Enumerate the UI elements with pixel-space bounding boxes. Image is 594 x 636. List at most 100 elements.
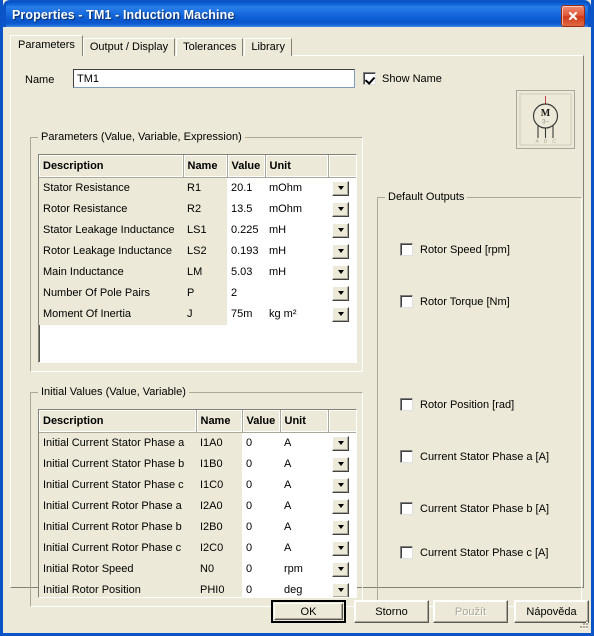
output-checkbox-0[interactable]: Rotor Speed [rpm] (400, 243, 510, 256)
initial-values-group: Initial Values (Value, Variable) Descrip… (30, 386, 363, 607)
output-checkbox-box[interactable] (400, 450, 413, 463)
chevron-down-icon[interactable] (332, 285, 349, 301)
output-checkbox-4[interactable]: Current Stator Phase b [A] (400, 502, 549, 515)
output-checkbox-box[interactable] (400, 243, 413, 256)
chevron-down-icon[interactable] (332, 222, 349, 238)
show-name-checkbox[interactable]: Show Name (363, 72, 442, 85)
initial-values-group-legend: Initial Values (Value, Variable) (38, 386, 189, 398)
cell-dropdown[interactable] (328, 432, 356, 454)
help-button[interactable]: Nápověda (514, 600, 589, 623)
cell-unit: deg (280, 580, 328, 597)
initial-values-body: Initial Current Stator Phase a I1A0 0 A Init… (39, 432, 356, 597)
table-row[interactable]: Rotor Leakage Inductance LS2 0.193 mH (39, 241, 356, 262)
table-row[interactable]: Initial Rotor Position PHI0 0 deg (39, 580, 356, 597)
chevron-down-icon[interactable] (332, 561, 349, 577)
cell-dropdown[interactable] (328, 283, 356, 304)
table-row[interactable]: Initial Current Rotor Phase a I2A0 0 A (39, 496, 356, 517)
cell-unit: rpm (280, 559, 328, 580)
col-name[interactable]: Name (196, 410, 243, 433)
table-row[interactable]: Stator Resistance R1 20.1 mOhm (39, 177, 356, 199)
table-row[interactable]: Initial Rotor Speed N0 0 rpm (39, 559, 356, 580)
cell-dropdown[interactable] (328, 496, 356, 517)
cell-description: Initial Rotor Position (39, 580, 196, 597)
chevron-down-icon[interactable] (332, 582, 349, 597)
cell-name: P (183, 283, 227, 304)
parameters-table[interactable]: Description Name Value Unit Stator Resis… (38, 154, 357, 363)
svg-text:3~: 3~ (542, 120, 549, 126)
chevron-down-icon[interactable] (332, 243, 349, 259)
chevron-down-icon[interactable] (332, 498, 349, 514)
output-checkbox-1[interactable]: Rotor Torque [Nm] (400, 295, 510, 308)
table-row[interactable]: Moment Of Inertia J 75m kg m² (39, 304, 356, 325)
tab-output-display[interactable]: Output / Display (82, 38, 176, 56)
col-value[interactable]: Value (227, 155, 266, 178)
cell-dropdown[interactable] (328, 538, 356, 559)
chevron-down-icon[interactable] (332, 519, 349, 535)
output-checkbox-box[interactable] (400, 398, 413, 411)
cell-dropdown[interactable] (328, 475, 356, 496)
cell-description: Stator Leakage Inductance (39, 220, 183, 241)
chevron-down-icon[interactable] (332, 201, 349, 217)
tab-tolerances[interactable]: Tolerances (176, 38, 244, 56)
name-input[interactable] (73, 69, 355, 88)
table-row[interactable]: Initial Current Rotor Phase c I2C0 0 A (39, 538, 356, 559)
table-row[interactable]: Initial Current Stator Phase c I1C0 0 A (39, 475, 356, 496)
table-row[interactable]: Number Of Pole Pairs P 2 (39, 283, 356, 304)
show-name-label: Show Name (382, 72, 442, 85)
show-name-checkbox-box[interactable] (363, 72, 376, 85)
cell-dropdown[interactable] (328, 559, 356, 580)
cell-dropdown[interactable] (328, 220, 356, 241)
cell-value: 75m (227, 304, 265, 325)
chevron-down-icon[interactable] (332, 435, 349, 451)
chevron-down-icon[interactable] (332, 264, 349, 280)
cell-description: Main Inductance (39, 262, 183, 283)
cancel-button[interactable]: Storno (354, 600, 429, 623)
output-checkbox-3[interactable]: Current Stator Phase a [A] (400, 450, 549, 463)
cell-name: I1C0 (196, 475, 242, 496)
ok-button[interactable]: OK (271, 600, 346, 623)
chevron-down-icon[interactable] (332, 477, 349, 493)
output-checkbox-box[interactable] (400, 295, 413, 308)
cell-name: LS1 (183, 220, 227, 241)
table-row[interactable]: Initial Current Rotor Phase b I2B0 0 A (39, 517, 356, 538)
col-unit[interactable]: Unit (280, 410, 329, 433)
table-row[interactable]: Initial Current Stator Phase b I1B0 0 A (39, 454, 356, 475)
col-extra[interactable] (328, 155, 356, 178)
col-value[interactable]: Value (242, 410, 281, 433)
output-checkbox-box[interactable] (400, 502, 413, 515)
close-icon[interactable] (561, 5, 585, 27)
cell-dropdown[interactable] (328, 262, 356, 283)
output-checkbox-box[interactable] (400, 546, 413, 559)
svg-text:M: M (541, 108, 551, 119)
cell-dropdown[interactable] (328, 517, 356, 538)
table-row[interactable]: Initial Current Stator Phase a I1A0 0 A (39, 432, 356, 454)
output-checkbox-2[interactable]: Rotor Position [rad] (400, 398, 514, 411)
cell-description: Initial Current Stator Phase c (39, 475, 196, 496)
chevron-down-icon[interactable] (332, 540, 349, 556)
col-unit[interactable]: Unit (265, 155, 329, 178)
initial-values-grid: Description Name Value Unit Initial Curr… (39, 410, 356, 597)
tab-parameters[interactable]: Parameters (10, 35, 83, 56)
col-extra[interactable] (328, 410, 356, 433)
chevron-down-icon[interactable] (332, 306, 349, 322)
cell-dropdown[interactable] (328, 177, 356, 199)
chevron-down-icon[interactable] (332, 180, 349, 196)
title-bar[interactable]: Properties - TM1 - Induction Machine (3, 0, 591, 27)
col-description[interactable]: Description (39, 410, 197, 433)
output-checkbox-5[interactable]: Current Stator Phase c [A] (400, 546, 548, 559)
cell-value: 0 (242, 538, 280, 559)
cell-dropdown[interactable] (328, 241, 356, 262)
cell-dropdown[interactable] (328, 304, 356, 325)
cell-dropdown[interactable] (328, 199, 356, 220)
table-row[interactable]: Rotor Resistance R2 13.5 mOhm (39, 199, 356, 220)
tab-library[interactable]: Library (244, 38, 292, 56)
output-checkbox-label: Current Stator Phase a [A] (420, 450, 550, 463)
col-description[interactable]: Description (39, 155, 184, 178)
initial-values-table[interactable]: Description Name Value Unit Initial Curr… (38, 409, 357, 598)
table-row[interactable]: Stator Leakage Inductance LS1 0.225 mH (39, 220, 356, 241)
cell-dropdown[interactable] (328, 454, 356, 475)
table-row[interactable]: Main Inductance LM 5.03 mH (39, 262, 356, 283)
cell-dropdown[interactable] (328, 580, 356, 597)
chevron-down-icon[interactable] (332, 456, 349, 472)
col-name[interactable]: Name (183, 155, 228, 178)
